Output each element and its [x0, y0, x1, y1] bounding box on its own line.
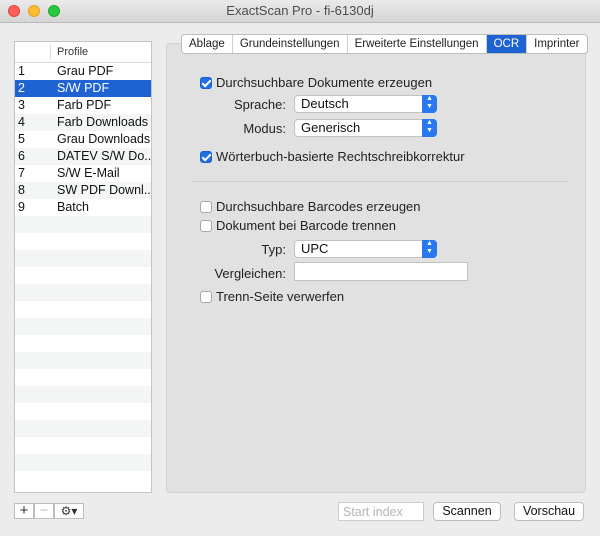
tab-ocr[interactable]: OCR [486, 35, 528, 53]
language-select[interactable]: Deutsch ▲ ▼ [294, 95, 437, 113]
scan-button[interactable]: Scannen [433, 502, 501, 521]
language-label: Sprache: [233, 97, 286, 112]
profile-number: 6 [18, 149, 25, 163]
compare-input[interactable] [294, 262, 468, 281]
profile-number: 9 [18, 200, 25, 214]
app-window: ExactScan Pro - fi-6130dj Profile 1 Grau … [0, 0, 600, 536]
mode-select[interactable]: Generisch ▲ ▼ [294, 119, 437, 137]
profile-name: S/W PDF [57, 81, 110, 95]
profile-row[interactable]: 2 S/W PDF [15, 80, 151, 97]
checkbox-checked-icon [200, 76, 212, 89]
profile-number: 8 [18, 183, 25, 197]
remove-profile-button[interactable]: − [34, 503, 54, 519]
empty-row [15, 267, 151, 284]
section-divider [192, 181, 568, 182]
profile-list-header: Profile [15, 42, 151, 63]
profile-name: SW PDF Downl... [57, 183, 151, 197]
gear-menu-button[interactable]: ⚙▾ [54, 503, 84, 519]
searchable-docs-checkbox[interactable]: Durchsuchbare Dokumente erzeugen [200, 75, 432, 90]
settings-tabs: Ablage Grundeinstellungen Erweiterte Ein… [181, 34, 588, 54]
checkbox-unchecked-icon [200, 200, 212, 213]
tab-grundeinstellungen[interactable]: Grundeinstellungen [233, 35, 348, 53]
profile-number: 1 [18, 64, 25, 78]
empty-row [15, 335, 151, 352]
profile-name: Farb PDF [57, 98, 112, 112]
profile-name: Batch [57, 200, 89, 214]
popup-arrows-icon: ▲ ▼ [422, 95, 437, 113]
column-separator [50, 45, 51, 59]
popup-arrows-icon: ▲ ▼ [422, 240, 437, 258]
barcode-type-value: UPC [301, 241, 329, 256]
discard-separator-checkbox[interactable]: Trenn-Seite verwerfen [200, 289, 344, 304]
checkbox-unchecked-icon [200, 290, 212, 303]
searchable-docs-label: Durchsuchbare Dokumente erzeugen [216, 75, 433, 90]
empty-row [15, 471, 151, 488]
empty-row [15, 318, 151, 335]
profile-row[interactable]: 1 Grau PDF [15, 63, 151, 80]
profile-row[interactable]: 7 S/W E-Mail [15, 165, 151, 182]
split-on-barcode-label: Dokument bei Barcode trennen [216, 218, 396, 233]
empty-row [15, 369, 151, 386]
profile-number: 5 [18, 132, 25, 146]
searchable-barcodes-label: Durchsuchbare Barcodes erzeugen [216, 199, 421, 214]
empty-row [15, 250, 151, 267]
add-profile-button[interactable]: + [14, 503, 34, 519]
empty-row [15, 284, 151, 301]
profile-row[interactable]: 6 DATEV S/W Do... [15, 148, 151, 165]
empty-row [15, 301, 151, 318]
empty-row [15, 216, 151, 233]
discard-separator-label: Trenn-Seite verwerfen [216, 289, 345, 304]
profile-name: Grau PDF [57, 64, 114, 78]
type-label: Typ: [261, 242, 286, 257]
checkbox-unchecked-icon [200, 219, 212, 232]
tab-erweiterte-einstellungen[interactable]: Erweiterte Einstellungen [348, 35, 487, 53]
profile-number: 4 [18, 115, 25, 129]
popup-arrows-icon: ▲ ▼ [422, 119, 437, 137]
empty-row [15, 454, 151, 471]
profile-column-header[interactable]: Profile [57, 46, 88, 58]
split-on-barcode-checkbox[interactable]: Dokument bei Barcode trennen [200, 218, 396, 233]
barcode-type-select[interactable]: UPC ▲ ▼ [294, 240, 437, 258]
empty-row [15, 403, 151, 420]
empty-row [15, 386, 151, 403]
profile-name: Farb Downloads [57, 115, 149, 129]
profile-list[interactable]: Profile 1 Grau PDF 2 S/W PDF 3 Farb PDF 4 Farb … [14, 41, 152, 493]
language-value: Deutsch [301, 96, 349, 111]
tab-ablage[interactable]: Ablage [182, 35, 233, 53]
empty-row [15, 233, 151, 250]
empty-row [15, 420, 151, 437]
titlebar: ExactScan Pro - fi-6130dj [0, 0, 600, 23]
mode-label: Modus: [243, 121, 286, 136]
profile-name: S/W E-Mail [57, 166, 120, 180]
dictionary-checkbox[interactable]: Wörterbuch-basierte Rechtschreibkorrektu… [200, 149, 465, 164]
profile-name: DATEV S/W Do... [57, 149, 151, 163]
profile-number: 7 [18, 166, 25, 180]
compare-label: Vergleichen: [214, 266, 286, 281]
profile-number: 2 [18, 81, 25, 95]
profile-row[interactable]: 5 Grau Downloads [15, 131, 151, 148]
profile-row[interactable]: 9 Batch [15, 199, 151, 216]
profile-row[interactable]: 8 SW PDF Downl... [15, 182, 151, 199]
profile-row[interactable]: 3 Farb PDF [15, 97, 151, 114]
profile-rows: 1 Grau PDF 2 S/W PDF 3 Farb PDF 4 Farb Download… [15, 63, 151, 488]
profile-number: 3 [18, 98, 25, 112]
empty-row [15, 437, 151, 454]
profile-name: Grau Downloads [57, 132, 151, 146]
checkbox-checked-icon [200, 150, 212, 163]
preview-button[interactable]: Vorschau [514, 502, 584, 521]
window-title: ExactScan Pro - fi-6130dj [226, 3, 374, 18]
empty-row [15, 352, 151, 369]
profile-row[interactable]: 4 Farb Downloads [15, 114, 151, 131]
dictionary-label: Wörterbuch-basierte Rechtschreibkorrektu… [216, 149, 465, 164]
mode-value: Generisch [301, 120, 361, 135]
tab-imprinter[interactable]: Imprinter [527, 35, 586, 53]
profile-add-remove-control: + − [14, 503, 54, 519]
searchable-barcodes-checkbox[interactable]: Durchsuchbare Barcodes erzeugen [200, 199, 421, 214]
start-index-input[interactable]: Start index [338, 502, 424, 521]
